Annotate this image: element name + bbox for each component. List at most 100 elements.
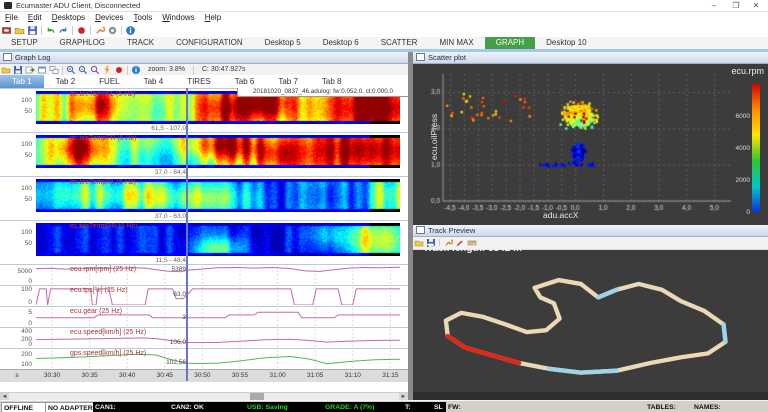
record-icon[interactable] — [114, 65, 124, 75]
zoom-out-icon[interactable] — [78, 65, 88, 75]
desktop-tab-graph[interactable]: GRAPH — [485, 37, 535, 49]
line-chart-row[interactable]: 50000ecu.rpm[rpm] (25 Hz)5389 — [0, 264, 408, 285]
graphlog-tab-fuel[interactable]: FUEL — [87, 75, 131, 88]
heatmap-row[interactable]: 10050ttc.tireTempRR (5 Hz)11,5 - 48,4 — [0, 220, 408, 264]
zoom-in-icon[interactable] — [66, 65, 76, 75]
menu-desktops[interactable]: Desktops — [47, 12, 90, 23]
status-fw: FW: — [448, 402, 488, 412]
info-icon[interactable] — [131, 65, 141, 75]
track-preview-header[interactable]: Track Preview — [413, 225, 768, 237]
cursor-time-label: C: 30:47.927s — [202, 66, 246, 73]
desktop-tab-desktop-5[interactable]: Desktop 5 — [254, 37, 312, 49]
close-button[interactable]: ✕ — [746, 0, 766, 11]
track-outline — [446, 280, 726, 373]
graphlog-tab-tab-6[interactable]: Tab 6 — [223, 75, 267, 88]
desktop-tab-min-max[interactable]: MIN MAX — [428, 37, 484, 49]
toolbar-separator — [193, 66, 194, 75]
time-axis-tick: 30:50 — [194, 372, 210, 379]
export-icon[interactable] — [25, 65, 35, 75]
line-ytick: 0 — [2, 278, 32, 285]
heatmap-range-label: 61,5 - 107,0 — [151, 125, 186, 132]
graphlog-tab-tab-7[interactable]: Tab 7 — [266, 75, 310, 88]
save-icon[interactable] — [27, 25, 38, 36]
panel-gap — [413, 392, 768, 400]
menu-help[interactable]: Help — [200, 12, 226, 23]
open-icon[interactable] — [14, 25, 25, 36]
window-icon[interactable] — [37, 65, 47, 75]
graphlog-tab-tab-1[interactable]: Tab 1 — [0, 75, 44, 88]
desktop-tab-scatter[interactable]: SCATTER — [370, 37, 429, 49]
zoom-level-label: zoom: 3.8% — [148, 66, 185, 73]
heatmap-row[interactable]: 10050ttc.tireTempRL (5 Hz)37,0 - 63,0 — [0, 176, 408, 220]
heatmap-ytick: 50 — [2, 196, 32, 203]
minimize-button[interactable]: – — [704, 0, 724, 11]
connect-icon[interactable] — [1, 25, 12, 36]
toolbar-separator — [41, 26, 42, 35]
scatter-plot-canvas[interactable] — [413, 64, 768, 214]
app-icon — [4, 2, 12, 9]
desktop-tab-track[interactable]: TRACK — [116, 37, 165, 49]
menu-tools[interactable]: Tools — [129, 12, 158, 23]
heatmap-ytick: 50 — [2, 152, 32, 159]
bolt-icon[interactable] — [102, 65, 112, 75]
track-sector-segment — [448, 336, 519, 363]
menu-file[interactable]: File — [0, 12, 23, 23]
wrench-icon[interactable] — [94, 25, 105, 36]
status-offline: OFFLINE — [1, 402, 47, 412]
desktop-tab-graphlog[interactable]: GRAPHLOG — [49, 37, 116, 49]
cursor-value-label: 106,0 — [170, 339, 186, 346]
menu-bar: FileEditDesktopsDevicesToolsWindowsHelp — [0, 12, 768, 24]
info-icon[interactable] — [125, 25, 136, 36]
graphlog-tab-tab-8[interactable]: Tab 8 — [310, 75, 354, 88]
scatter-plot-panel: Scatter plot ecu.rpm ecu.oilPress adu.ac… — [413, 52, 768, 225]
graphlog-tab-tab-2[interactable]: Tab 2 — [44, 75, 88, 88]
heatmap-row[interactable]: 10050ttc.tireTempFR (5 Hz)37,0 - 84,4 — [0, 132, 408, 176]
desktop-tab-desktop-6[interactable]: Desktop 6 — [312, 37, 370, 49]
line-chart-row[interactable]: 1000ecu.tps[%] (25 Hz)63,0 — [0, 285, 408, 306]
line-chart-row[interactable]: 4002000ecu.speed[km/h] (25 Hz)106,0 — [0, 327, 408, 348]
heatmap-ytick: 50 — [2, 108, 32, 115]
channel-trace — [36, 338, 400, 343]
scatter-legend-title: ecu.rpm — [731, 66, 764, 76]
line-ytick: 5 — [2, 309, 32, 316]
time-cursor[interactable] — [186, 88, 188, 381]
menu-windows[interactable]: Windows — [157, 12, 199, 23]
redo-icon[interactable] — [58, 25, 69, 36]
line-chart-row[interactable]: 50ecu.gear (25 Hz)3 — [0, 306, 408, 327]
save-icon[interactable] — [13, 65, 23, 75]
scatter-plot-header[interactable]: Scatter plot — [413, 52, 768, 64]
desktop-tab-desktop-10[interactable]: Desktop 10 — [535, 37, 597, 49]
status-usb-saving: USB: Saving — [245, 402, 323, 412]
graphlog-tab-tires[interactable]: TIRES — [175, 75, 223, 88]
undo-icon[interactable] — [45, 25, 56, 36]
menu-edit[interactable]: Edit — [23, 12, 47, 23]
line-chart-row[interactable]: 200100gps.speed[km/h] (25 Hz)102,56 — [0, 348, 408, 369]
zoom-fit-icon[interactable] — [90, 65, 100, 75]
desktop-tab-setup[interactable]: SETUP — [0, 37, 49, 49]
time-axis-tick: 31:10 — [345, 372, 361, 379]
desktop-tab-configuration[interactable]: CONFIGURATION — [165, 37, 254, 49]
track-map[interactable] — [413, 255, 768, 390]
gear-icon[interactable] — [107, 25, 118, 36]
graph-log-panel: Graph Log zoom: 3.8%C: 30:47.927s Tab 1T… — [0, 52, 408, 392]
windows-icon[interactable] — [49, 65, 59, 75]
panel-icon — [3, 53, 12, 61]
graph-log-plot-area[interactable]: 20181020_0837_46.adulog: fw:0.052.0, cl:… — [0, 88, 408, 392]
heatmap-range-label: 37,0 - 63,0 — [155, 213, 186, 220]
title-bar: Ecumaster ADU Client, Disconnected – ❒ ✕ — [0, 0, 768, 12]
maximize-button[interactable]: ❒ — [726, 0, 746, 11]
graph-log-header[interactable]: Graph Log — [0, 52, 408, 64]
graphlog-tab-tab-4[interactable]: Tab 4 — [132, 75, 176, 88]
record-icon[interactable] — [76, 25, 87, 36]
time-axis-tick: 30:35 — [81, 372, 97, 379]
line-ytick: 0 — [2, 320, 32, 327]
track-sector-segment — [598, 290, 616, 298]
colorbar-tick: 4000 — [726, 145, 750, 152]
toolbar-separator — [127, 66, 128, 75]
line-ytick: 0 — [2, 341, 32, 348]
open-icon[interactable] — [1, 65, 11, 75]
menu-devices[interactable]: Devices — [90, 12, 128, 23]
heatmap-range-label: 11,5 - 48,4 — [155, 257, 186, 264]
line-ytick: 100 — [2, 361, 32, 368]
time-axis-tick: 30:40 — [119, 372, 135, 379]
